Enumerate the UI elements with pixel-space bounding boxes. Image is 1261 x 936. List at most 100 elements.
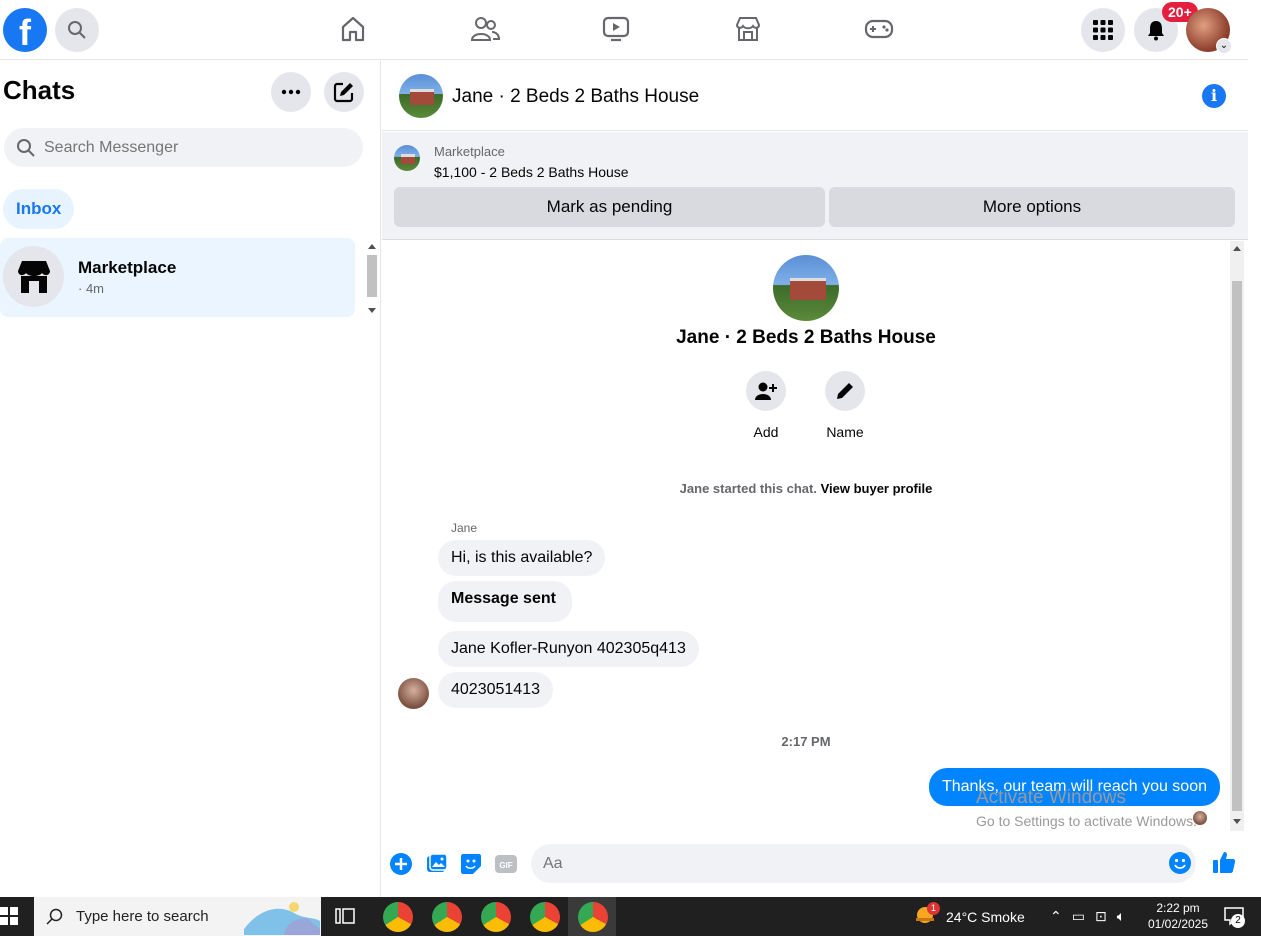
messenger-search[interactable] <box>4 128 363 167</box>
task-view-icon <box>335 908 355 924</box>
chrome-app-5[interactable] <box>578 902 608 932</box>
edit-name-action[interactable]: Name <box>805 371 885 440</box>
view-buyer-profile-link[interactable]: View buyer profile <box>821 481 933 496</box>
marketplace-label: Marketplace <box>434 144 505 159</box>
incoming-message[interactable]: Hi, is this available? <box>438 540 606 576</box>
search-input[interactable] <box>44 138 344 157</box>
conversation-time: · 4m <box>78 281 104 296</box>
facebook-logo[interactable]: f <box>3 8 47 52</box>
friends-icon <box>470 17 500 41</box>
windows-start-button[interactable] <box>0 907 20 927</box>
clock-date: 01/02/2025 <box>1147 917 1209 931</box>
taskbar-search-placeholder: Type here to search <box>76 908 209 925</box>
active-app-highlight[interactable] <box>568 897 616 936</box>
bell-icon <box>1148 21 1164 41</box>
chevron-up-icon[interactable]: ⌃ <box>1050 908 1062 925</box>
listing-thumbnail[interactable] <box>394 145 420 171</box>
new-message-button[interactable] <box>324 72 364 112</box>
pencil-icon <box>837 383 853 399</box>
more-actions-button[interactable] <box>389 852 413 876</box>
info-icon[interactable]: i <box>1202 84 1226 108</box>
scrollbar-thumb[interactable] <box>1232 281 1242 811</box>
message-composer: GIF <box>382 844 1248 888</box>
attach-photo-button[interactable] <box>425 852 449 876</box>
task-view-button[interactable] <box>335 906 355 931</box>
listing-avatar[interactable] <box>399 74 443 118</box>
conversation-title[interactable]: Jane · 2 Beds 2 Baths House <box>452 86 699 108</box>
gaming-nav[interactable] <box>864 14 894 44</box>
add-people-action[interactable]: Add <box>726 371 806 440</box>
incoming-message[interactable]: Message sent <box>438 581 572 622</box>
message-input[interactable] <box>543 854 1143 873</box>
search-icon <box>17 138 35 157</box>
sticker-icon <box>461 854 481 874</box>
action-center-button[interactable]: 2 <box>1223 905 1245 932</box>
home-nav[interactable] <box>338 14 368 44</box>
activate-windows-watermark: Activate Windows Go to Settings to activ… <box>976 787 1197 829</box>
marketplace-icon <box>735 17 761 41</box>
conversation-panel: Jane · 2 Beds 2 Baths House i Marketplac… <box>382 61 1248 897</box>
conversation-avatar <box>3 246 64 307</box>
incoming-message[interactable]: Jane Kofler-Runyon 402305q413 <box>438 631 699 667</box>
svg-text:GIF: GIF <box>499 861 512 870</box>
chevron-down-icon[interactable]: ⌄ <box>1216 38 1232 54</box>
plus-circle-icon <box>390 853 412 875</box>
message-input-box[interactable] <box>531 844 1196 883</box>
started-text: Jane started this chat. <box>679 481 817 496</box>
sidebar-title: Chats <box>3 75 76 105</box>
profile-photo[interactable] <box>773 255 839 321</box>
compose-icon <box>333 82 354 103</box>
chrome-app-2[interactable] <box>432 902 462 932</box>
chrome-app-4[interactable] <box>530 902 560 932</box>
search-button[interactable] <box>55 8 99 52</box>
time-separator: 2:17 PM <box>781 734 831 749</box>
conversation-scrollbar[interactable] <box>1230 241 1244 831</box>
marketplace-nav[interactable] <box>733 14 763 44</box>
menu-button[interactable] <box>1081 8 1125 52</box>
photo-icon <box>427 853 448 872</box>
windows-logo-icon <box>0 907 18 925</box>
watch-nav[interactable] <box>601 14 631 44</box>
gif-button[interactable]: GIF <box>494 852 518 876</box>
chrome-app-1[interactable] <box>383 902 413 932</box>
profile-name: Jane · 2 Beds 2 Baths House <box>676 327 936 348</box>
like-button[interactable] <box>1212 850 1236 874</box>
mark-pending-button[interactable]: Mark as pending <box>394 187 825 227</box>
chats-sidebar: Chats Inbox Marketplace · 4m <box>0 61 381 897</box>
meet-now-icon[interactable]: ▭ <box>1072 908 1085 925</box>
more-options-button[interactable]: More options <box>829 187 1235 227</box>
volume-icon[interactable]: 🔈︎ <box>1117 908 1125 925</box>
add-person-icon <box>755 382 777 400</box>
search-icon <box>46 908 63 925</box>
chrome-app-3[interactable] <box>481 902 511 932</box>
gaming-icon <box>864 19 894 39</box>
network-icon[interactable]: ⊡ <box>1095 908 1107 925</box>
top-navigation-bar: f 20+ ⌄ <box>0 0 1248 60</box>
home-icon <box>341 16 365 42</box>
weather-text[interactable]: 24°C Smoke <box>946 897 1025 936</box>
windows-taskbar: Type here to search 1 24°C Smoke ⌃ ▭ ⊡ 🔈… <box>0 897 1261 936</box>
incoming-message[interactable]: 4023051413 <box>438 672 553 708</box>
marketplace-listing-bar: Marketplace $1,100 - 2 Beds 2 Baths Hous… <box>382 132 1248 240</box>
emoji-button[interactable] <box>1168 851 1192 875</box>
sidebar-scrollbar[interactable] <box>366 241 378 317</box>
marketplace-icon <box>17 260 50 293</box>
sender-avatar[interactable] <box>398 678 429 709</box>
sticker-button[interactable] <box>459 852 483 876</box>
conversation-item[interactable]: Marketplace · 4m <box>0 238 355 317</box>
conversation-header: Jane · 2 Beds 2 Baths House i <box>382 61 1248 131</box>
taskbar-search[interactable]: Type here to search <box>34 897 321 936</box>
clock[interactable]: 2:22 pm 01/02/2025 <box>1145 900 1211 932</box>
watch-icon <box>602 16 630 42</box>
listing-price-title[interactable]: $1,100 - 2 Beds 2 Baths House <box>434 164 629 180</box>
clock-time: 2:22 pm <box>1156 901 1200 915</box>
friends-nav[interactable] <box>470 14 500 44</box>
conversation-name: Marketplace <box>78 258 177 277</box>
weather-alert-badge: 1 <box>927 902 940 915</box>
inbox-filter[interactable]: Inbox <box>3 189 75 229</box>
thumbs-up-icon <box>1213 852 1236 873</box>
grid-menu-icon <box>1093 20 1113 40</box>
name-label: Name <box>826 424 864 440</box>
chats-options-button[interactable] <box>271 72 311 112</box>
gif-icon: GIF <box>495 855 517 873</box>
